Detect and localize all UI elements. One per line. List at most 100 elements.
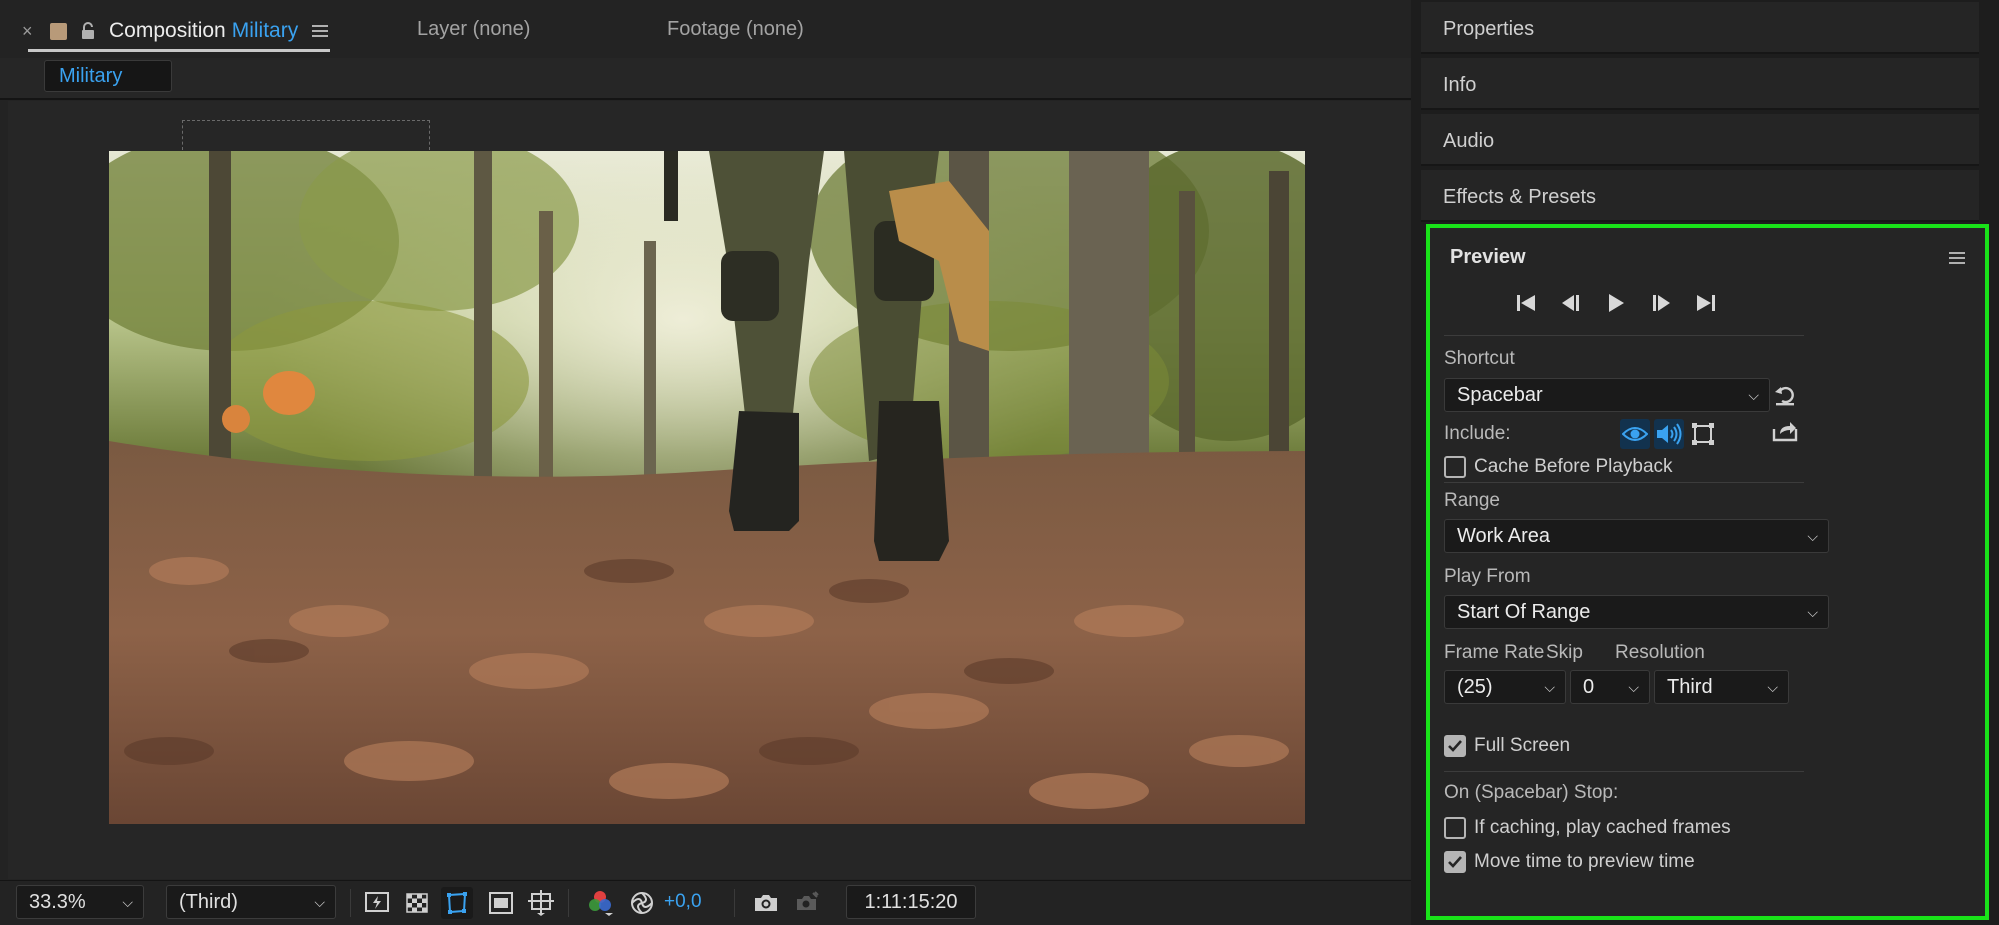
checkbox-label: Cache Before Playback bbox=[1474, 456, 1673, 477]
chevron-down-icon: ⌵ bbox=[1628, 679, 1639, 695]
skip-value: 0 bbox=[1583, 676, 1595, 698]
include-overlays-icon[interactable] bbox=[1688, 419, 1718, 449]
checkmark-icon bbox=[1448, 740, 1462, 752]
viewer-bottom-bar: 33.3% ⌵ (Third) ⌵ +0,0 1:11:15:20 bbox=[0, 880, 1411, 925]
checkbox-label: Full Screen bbox=[1474, 735, 1571, 756]
checkbox-box[interactable] bbox=[1444, 817, 1466, 839]
cache-before-playback-checkbox[interactable]: Cache Before Playback bbox=[1444, 456, 1673, 478]
region-of-interest-icon[interactable] bbox=[485, 887, 517, 919]
chevron-down-icon: ⌵ bbox=[1767, 679, 1778, 695]
checkmark-icon bbox=[1448, 856, 1462, 868]
divider bbox=[568, 889, 569, 917]
exposure-value[interactable]: +0,0 bbox=[664, 891, 702, 913]
include-video-eye-icon[interactable] bbox=[1620, 419, 1650, 449]
skip-label: Skip bbox=[1546, 642, 1583, 663]
divider bbox=[734, 889, 735, 917]
composition-tab-title: Composition Military bbox=[109, 19, 298, 43]
skip-dropdown[interactable]: 0 ⌵ bbox=[1570, 670, 1650, 704]
checkbox-box[interactable] bbox=[1444, 851, 1466, 873]
chevron-down-icon: ⌵ bbox=[1544, 679, 1555, 695]
previous-frame-icon[interactable] bbox=[1559, 292, 1583, 314]
audio-panel-header[interactable]: Audio bbox=[1421, 114, 1979, 166]
label-color-swatch[interactable] bbox=[50, 22, 67, 40]
tab-footage[interactable]: Footage (none) bbox=[667, 18, 804, 41]
transparency-grid-icon[interactable] bbox=[401, 887, 433, 919]
effects-presets-panel-header[interactable]: Effects & Presets bbox=[1421, 170, 1979, 222]
checkbox-box[interactable] bbox=[1444, 735, 1466, 757]
play-from-value: Start Of Range bbox=[1457, 601, 1591, 623]
comp-navigator-item[interactable]: Military bbox=[44, 60, 172, 92]
tab-title-prefix: Composition bbox=[109, 19, 226, 42]
composition-tab[interactable]: × Composition Military bbox=[22, 10, 331, 52]
panel-title-effects-presets: Effects & Presets bbox=[1443, 186, 1597, 208]
full-screen-checkbox[interactable]: Full Screen bbox=[1444, 735, 1570, 757]
panel-title-properties: Properties bbox=[1443, 18, 1535, 40]
last-frame-icon[interactable] bbox=[1694, 292, 1718, 314]
chevron-down-icon: ⌵ bbox=[1748, 387, 1759, 403]
panel-menu-icon[interactable] bbox=[1949, 252, 1965, 264]
range-value: Work Area bbox=[1457, 525, 1550, 547]
on-stop-label: On (Spacebar) Stop: bbox=[1444, 782, 1619, 803]
grid-guides-icon[interactable] bbox=[525, 887, 557, 919]
chevron-down-icon: ⌵ bbox=[122, 894, 133, 910]
frame-rate-value: (25) bbox=[1457, 676, 1493, 698]
resolution-dropdown[interactable]: Third ⌵ bbox=[1654, 670, 1789, 704]
current-time-display[interactable]: 1:11:15:20 bbox=[846, 885, 976, 919]
include-toggles bbox=[1620, 419, 1718, 449]
fast-previews-icon[interactable] bbox=[361, 887, 393, 919]
resolution-value: (Third) bbox=[179, 891, 238, 913]
include-audio-speaker-icon[interactable] bbox=[1654, 419, 1684, 449]
range-dropdown[interactable]: Work Area ⌵ bbox=[1444, 519, 1829, 553]
play-icon[interactable] bbox=[1604, 292, 1628, 314]
panel-menu-icon[interactable] bbox=[312, 25, 329, 37]
shortcut-dropdown[interactable]: Spacebar ⌵ bbox=[1444, 378, 1770, 412]
chevron-down-icon: ⌵ bbox=[314, 894, 325, 910]
move-time-checkbox[interactable]: Move time to preview time bbox=[1444, 851, 1695, 873]
chevron-down-icon: ⌵ bbox=[1807, 528, 1818, 544]
checkbox-label: Move time to preview time bbox=[1474, 851, 1695, 872]
include-label: Include: bbox=[1444, 423, 1511, 444]
magnification-value: 33.3% bbox=[29, 891, 86, 913]
range-label: Range bbox=[1444, 490, 1500, 511]
output-export-icon[interactable] bbox=[1770, 416, 1800, 446]
properties-panel-header[interactable]: Properties bbox=[1421, 2, 1979, 54]
frame-rate-dropdown[interactable]: (25) ⌵ bbox=[1444, 670, 1566, 704]
active-tab-underline bbox=[28, 49, 331, 52]
tab-layer[interactable]: Layer (none) bbox=[417, 18, 530, 41]
checkbox-label: If caching, play cached frames bbox=[1474, 817, 1731, 838]
info-panel-header[interactable]: Info bbox=[1421, 58, 1979, 110]
composition-viewer[interactable] bbox=[8, 101, 1411, 879]
play-from-dropdown[interactable]: Start Of Range ⌵ bbox=[1444, 595, 1829, 629]
next-frame-icon[interactable] bbox=[1649, 292, 1673, 314]
preview-panel: Preview Shortcut Spacebar ⌵ Include: Cac… bbox=[1426, 224, 1989, 920]
composition-frame[interactable] bbox=[109, 151, 1305, 824]
chevron-down-icon: ⌵ bbox=[1807, 604, 1818, 620]
show-snapshot-icon[interactable] bbox=[790, 887, 822, 919]
composition-tab-bar: × Composition Military Layer (none) Foota… bbox=[0, 0, 1411, 58]
mask-visibility-icon[interactable] bbox=[441, 887, 473, 919]
resolution-value: Third bbox=[1667, 676, 1713, 698]
resolution-label: Resolution bbox=[1615, 642, 1705, 663]
reset-icon[interactable] bbox=[1770, 380, 1800, 410]
if-caching-checkbox[interactable]: If caching, play cached frames bbox=[1444, 817, 1731, 839]
color-management-icon[interactable] bbox=[626, 887, 658, 919]
video-frame-image bbox=[109, 151, 1305, 824]
divider bbox=[1444, 335, 1804, 336]
right-panel-stack: Properties Info Audio Effects & Presets … bbox=[1418, 0, 1999, 925]
safe-area-guide bbox=[182, 120, 430, 150]
channel-rgb-icon[interactable] bbox=[584, 887, 616, 919]
divider bbox=[1444, 771, 1804, 772]
close-icon[interactable]: × bbox=[22, 21, 36, 42]
panel-title-info: Info bbox=[1443, 74, 1477, 96]
magnification-dropdown[interactable]: 33.3% ⌵ bbox=[16, 885, 144, 919]
panel-title-audio: Audio bbox=[1443, 130, 1495, 152]
first-frame-icon[interactable] bbox=[1514, 292, 1538, 314]
snapshot-camera-icon[interactable] bbox=[750, 887, 782, 919]
resolution-dropdown[interactable]: (Third) ⌵ bbox=[166, 885, 336, 919]
play-from-label: Play From bbox=[1444, 566, 1531, 587]
checkbox-box[interactable] bbox=[1444, 456, 1466, 478]
lock-icon[interactable] bbox=[81, 22, 95, 40]
frame-rate-label: Frame Rate bbox=[1444, 642, 1545, 663]
shortcut-label: Shortcut bbox=[1444, 348, 1515, 369]
shortcut-value: Spacebar bbox=[1457, 384, 1543, 406]
